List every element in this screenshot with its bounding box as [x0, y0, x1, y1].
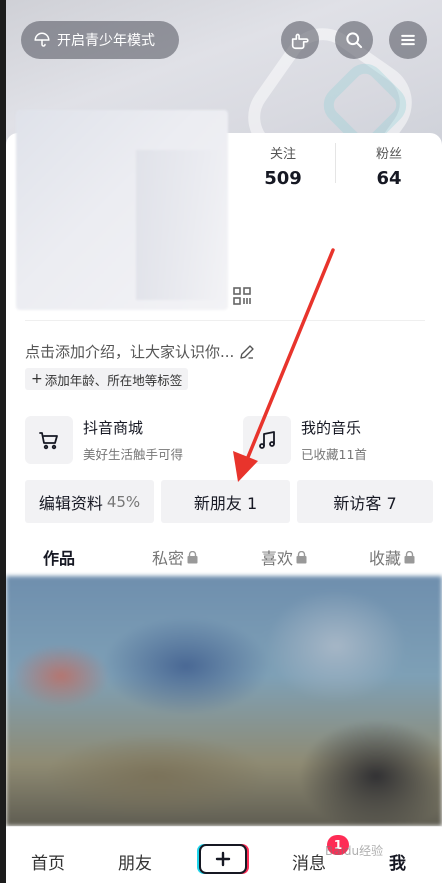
youth-mode-button[interactable]: 开启青少年模式	[21, 21, 179, 59]
umbrella-icon	[34, 32, 50, 47]
following-count: 509	[264, 168, 302, 189]
tab-private[interactable]: 私密	[152, 545, 198, 569]
tab-works[interactable]: 作品	[43, 545, 75, 569]
mall-title: 抖音商城	[83, 419, 144, 437]
edit-profile-label: 编辑资料	[38, 493, 103, 513]
hand-button[interactable]	[281, 21, 319, 59]
add-tags-label: 添加年龄、所在地等标签	[44, 372, 183, 388]
new-visitors-button[interactable]: 新访客 7	[297, 480, 433, 523]
profile-completion: 45%	[106, 492, 141, 511]
followers-stat[interactable]: 粉丝 64	[344, 143, 434, 189]
intro-prompt[interactable]: 点击添加介绍，让大家认识你...	[25, 341, 256, 362]
youth-mode-label: 开启青少年模式	[57, 33, 155, 49]
pointing-hand-icon	[291, 33, 309, 50]
tab-favorites[interactable]: 收藏	[369, 545, 415, 569]
following-label: 关注	[269, 147, 296, 162]
intro-text: 点击添加介绍，让大家认识你...	[25, 343, 235, 361]
lock-icon	[296, 550, 307, 563]
lock-icon	[404, 550, 415, 563]
new-visitors-label: 新访客 7	[333, 493, 397, 513]
pencil-icon	[240, 344, 254, 359]
hamburger-menu-icon	[401, 34, 415, 46]
followers-count: 64	[376, 168, 402, 189]
shopping-cart-icon	[39, 432, 58, 450]
plus-icon	[215, 851, 231, 867]
new-friends-label: 新朋友 1	[193, 493, 258, 513]
lock-icon	[187, 550, 198, 563]
music-subtitle: 已收藏11首	[301, 447, 367, 462]
music-title: 我的音乐	[301, 419, 362, 437]
nav-me[interactable]: 我	[389, 849, 406, 874]
douyin-mall-entry[interactable]: 抖音商城 美好生活触手可得	[25, 415, 183, 465]
menu-button[interactable]	[389, 21, 427, 59]
stat-divider	[335, 143, 336, 183]
nav-home[interactable]: 首页	[31, 849, 65, 874]
edit-profile-button[interactable]: 编辑资料 45%	[25, 480, 154, 523]
mall-subtitle: 美好生活触手可得	[83, 447, 184, 462]
window-edge	[0, 0, 6, 883]
tab-likes[interactable]: 喜欢	[261, 545, 307, 569]
new-friends-button[interactable]: 新朋友 1	[161, 480, 290, 523]
create-post-button[interactable]	[199, 844, 247, 874]
nav-messages[interactable]: 消息	[292, 849, 326, 874]
plus-icon: +	[31, 371, 43, 387]
qr-code-icon[interactable]	[233, 287, 251, 305]
search-icon	[346, 32, 363, 49]
search-button[interactable]	[335, 21, 373, 59]
section-divider	[25, 320, 425, 321]
avatar[interactable]	[16, 110, 228, 310]
watermark: Baidu经验	[325, 844, 384, 858]
followers-label: 粉丝	[375, 147, 402, 162]
nav-friends[interactable]: 朋友	[118, 849, 152, 874]
following-stat[interactable]: 关注 509	[238, 143, 328, 189]
add-tags-chip[interactable]: + 添加年龄、所在地等标签	[25, 368, 189, 390]
my-music-entry[interactable]: 我的音乐 已收藏11首	[243, 415, 367, 465]
music-note-icon	[259, 431, 275, 449]
video-thumbnail-blurred[interactable]	[6, 576, 442, 826]
